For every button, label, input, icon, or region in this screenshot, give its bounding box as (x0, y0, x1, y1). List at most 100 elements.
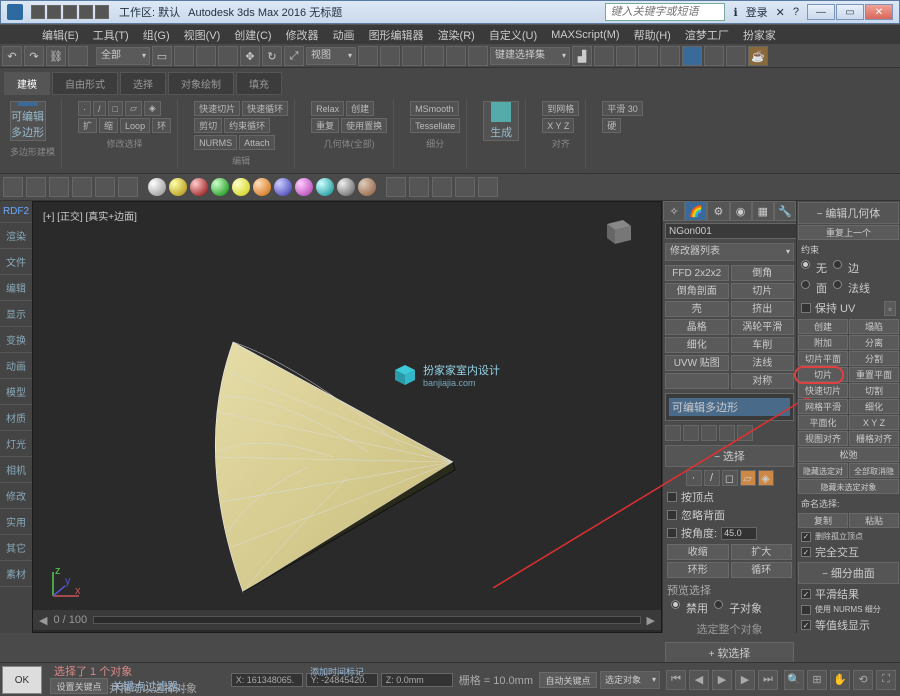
mat-sphere[interactable] (169, 178, 187, 196)
menu-help[interactable]: 帮助(H) (628, 25, 677, 45)
layer-button[interactable] (616, 46, 636, 66)
viewcube-icon[interactable] (597, 212, 637, 252)
menu-animation[interactable]: 动画 (327, 25, 361, 45)
rollout-softsel-header[interactable]: + 软选择 (665, 642, 794, 664)
named-selset-dropdown[interactable]: 键建选择集 (490, 47, 570, 65)
snap-button[interactable] (402, 46, 422, 66)
detach-button[interactable]: 分离 (849, 335, 899, 350)
render-frame-button[interactable] (726, 46, 746, 66)
pct-snap-button[interactable] (446, 46, 466, 66)
so-edge[interactable]: / (704, 470, 720, 486)
exchange-icon[interactable]: ✕ (776, 6, 785, 19)
nurms-toggle[interactable]: NURMS (194, 135, 237, 150)
time-slider[interactable]: ◀0 / 100▶ (33, 610, 661, 630)
cut-button[interactable]: 切割 (849, 383, 899, 398)
preserve-uv-settings[interactable]: ▫ (884, 301, 896, 316)
manip-button[interactable] (380, 46, 400, 66)
select-button[interactable]: ▭ (152, 46, 172, 66)
shrink-button[interactable]: 收缩 (667, 544, 729, 560)
menu-rmf[interactable]: 渲梦工厂 (679, 25, 735, 45)
slice-button[interactable]: 切片 (798, 367, 848, 382)
nav-zoom[interactable]: 🔍 (784, 670, 804, 690)
chk-ignoreback[interactable] (667, 510, 677, 520)
sel-filter-dropdown[interactable]: 全部 (96, 47, 150, 65)
radio-preview-sub[interactable] (714, 600, 723, 609)
split-button[interactable]: 分割 (849, 351, 899, 366)
radio-none[interactable] (801, 260, 810, 269)
sidebar-modify[interactable]: 修改 (0, 483, 32, 509)
mod-lathe[interactable]: 车削 (731, 337, 795, 353)
sidebar-render[interactable]: 渲染 (0, 223, 32, 249)
mesh-object[interactable] (173, 302, 503, 612)
login-button[interactable]: 登录 (746, 4, 768, 20)
goto-start[interactable]: ⏮ (666, 670, 686, 690)
mod-tess[interactable]: 细化 (665, 337, 729, 353)
chk-nurms[interactable] (801, 605, 811, 615)
mod-blank[interactable] (665, 373, 729, 389)
stack-remove[interactable] (719, 425, 735, 441)
menu-group[interactable]: 组(G) (137, 25, 176, 45)
menu-bjj[interactable]: 扮家家 (737, 25, 782, 45)
qat-btn[interactable] (79, 5, 93, 19)
render-button[interactable]: ☕ (748, 46, 768, 66)
gen-topo-btn[interactable]: 生成 (483, 101, 519, 141)
sidebar-display[interactable]: 显示 (0, 301, 32, 327)
coord-z[interactable]: Z: 0.0mm (381, 673, 453, 687)
sidebar-model[interactable]: 模型 (0, 379, 32, 405)
ring-button[interactable]: 环形 (667, 562, 729, 578)
rollout-selection-header[interactable]: − 选择 (665, 445, 794, 467)
makeplanar-button[interactable]: 平面化 (798, 415, 848, 430)
sidebar-edit[interactable]: 编辑 (0, 275, 32, 301)
so-vertex[interactable]: · (686, 470, 702, 486)
mat-tool[interactable] (49, 177, 69, 197)
chk-fullinter[interactable]: ✓ (801, 547, 811, 557)
goto-end[interactable]: ⏭ (758, 670, 778, 690)
so-elem[interactable]: ◈ (758, 470, 774, 486)
copy-button[interactable]: 复制 (798, 513, 848, 528)
autokey-button[interactable]: 自动关键点 (539, 672, 597, 688)
sidebar-transform[interactable]: 变换 (0, 327, 32, 353)
curve-editor-button[interactable] (638, 46, 658, 66)
cmdtab-hierarchy[interactable]: ⚙ (707, 201, 729, 221)
sidebar-camera[interactable]: 相机 (0, 457, 32, 483)
qat-btn[interactable] (31, 5, 45, 19)
sidebar-anim[interactable]: 动画 (0, 353, 32, 379)
cmdtab-create[interactable]: ✧ (663, 201, 685, 221)
tess-btn[interactable]: Tessellate (410, 118, 460, 133)
sidebar-rdf2[interactable]: RDF2 (0, 201, 32, 223)
mod-ffd[interactable]: FFD 2x2x2 (665, 265, 729, 281)
quickloop-btn[interactable]: 快速循环 (242, 101, 288, 116)
sidebar-assets[interactable]: 素材 (0, 561, 32, 587)
gridalign-button[interactable]: 栅格对齐 (849, 431, 899, 446)
keymode-dropdown[interactable]: 选定对象 (600, 671, 660, 689)
tab-selection[interactable]: 选择 (120, 72, 166, 95)
radio-edge[interactable] (833, 260, 842, 269)
select-name-button[interactable] (174, 46, 194, 66)
qat-btn[interactable] (47, 5, 61, 19)
constrloop-btn[interactable]: 约束循环 (224, 118, 270, 133)
stack-show[interactable] (683, 425, 699, 441)
menu-edit[interactable]: 编辑(E) (36, 25, 85, 45)
mirror-button[interactable]: ▟ (572, 46, 592, 66)
chk-byvertex[interactable] (667, 492, 677, 502)
cmdtab-display[interactable]: ▦ (752, 201, 774, 221)
cmdtab-motion[interactable]: ◉ (730, 201, 752, 221)
attach-button[interactable]: 附加 (798, 335, 848, 350)
create-button[interactable]: 创建 (798, 319, 848, 334)
play-button[interactable]: ▶ (712, 670, 732, 690)
setkey-button[interactable]: 设置关键点 (50, 678, 108, 694)
mat-sphere[interactable] (337, 178, 355, 196)
chk-isoline[interactable]: ✓ (801, 620, 811, 630)
mat-tool[interactable] (478, 177, 498, 197)
ring-btn[interactable]: 环 (152, 118, 171, 133)
loop-btn[interactable]: Loop (120, 118, 150, 133)
qat-btn[interactable] (63, 5, 77, 19)
hideunsel-button[interactable]: 隐藏未选定对象 (798, 479, 899, 494)
menu-render[interactable]: 渲染(R) (432, 25, 481, 45)
qat-btn[interactable] (95, 5, 109, 19)
collapse-button[interactable]: 塌陷 (849, 319, 899, 334)
mat-tool[interactable] (386, 177, 406, 197)
sidebar-material[interactable]: 材质 (0, 405, 32, 431)
tomesh-btn[interactable]: 到网格 (542, 101, 579, 116)
menu-customize[interactable]: 自定义(U) (483, 25, 543, 45)
